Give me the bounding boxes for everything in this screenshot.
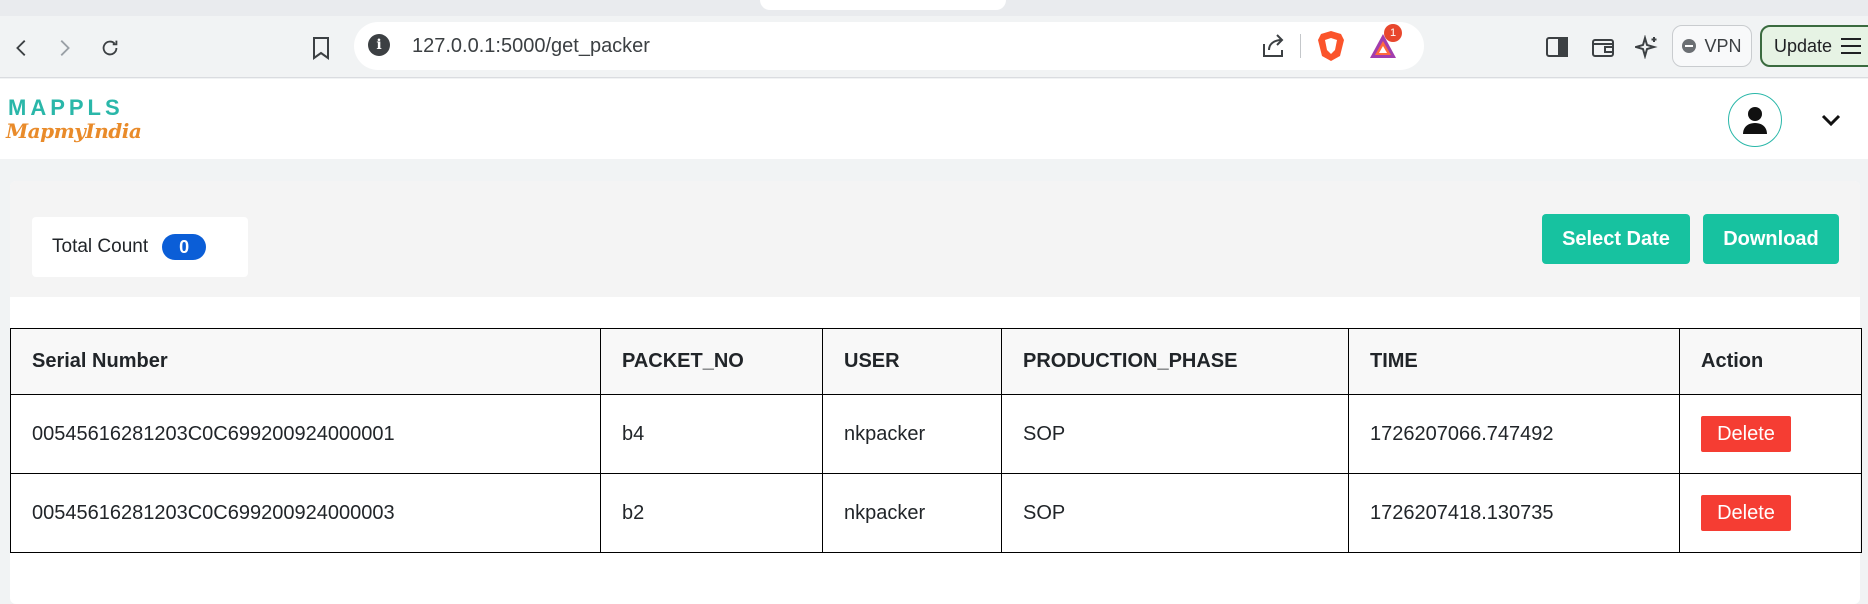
cell-phase: SOP <box>1001 473 1349 553</box>
cell-packet-no: b2 <box>600 473 823 553</box>
sparkle-icon <box>1635 35 1658 59</box>
wallet-icon <box>1592 39 1614 57</box>
delete-button[interactable]: Delete <box>1701 416 1791 452</box>
browser-toolbar: i 127.0.0.1:5000/get_packer 1 VPN Update <box>0 16 1868 78</box>
brave-shields-icon[interactable] <box>1316 30 1346 62</box>
leo-ai-button[interactable] <box>1632 32 1662 62</box>
omnibox-separator <box>1300 34 1301 58</box>
active-tab[interactable] <box>760 0 1006 10</box>
site-info-icon[interactable]: i <box>368 34 390 56</box>
chevron-down-icon <box>1821 114 1841 126</box>
table-header-row: Serial Number PACKET_NO USER PRODUCTION_… <box>10 328 1862 395</box>
card-toolbar: Total Count 0 Select Date Download <box>10 181 1860 297</box>
table-row: 00545616281203C0C699200924000001 b4 nkpa… <box>10 394 1862 474</box>
content-area: Total Count 0 Select Date Download Seria… <box>0 159 1868 604</box>
menu-icon <box>1841 38 1862 54</box>
column-header-action: Action <box>1679 328 1862 395</box>
cell-action: Delete <box>1679 473 1862 553</box>
packer-card: Total Count 0 Select Date Download Seria… <box>10 181 1862 604</box>
browser-tab-strip <box>0 0 1868 16</box>
url-text[interactable]: 127.0.0.1:5000/get_packer <box>412 35 650 58</box>
cell-user: nkpacker <box>822 394 1002 474</box>
column-header-packet-no: PACKET_NO <box>600 328 823 395</box>
total-count-badge: 0 <box>162 234 207 260</box>
cell-action: Delete <box>1679 394 1862 474</box>
forward-button[interactable] <box>46 30 82 66</box>
back-button[interactable] <box>4 30 40 66</box>
reload-button[interactable] <box>92 30 128 66</box>
delete-button[interactable]: Delete <box>1701 495 1791 531</box>
user-avatar-button[interactable] <box>1728 93 1782 147</box>
cell-packet-no: b4 <box>600 394 823 474</box>
vpn-status-icon <box>1682 39 1697 53</box>
cell-user: nkpacker <box>822 473 1002 553</box>
table-row: 00545616281203C0C699200924000003 b2 nkpa… <box>10 473 1862 553</box>
share-icon[interactable] <box>1258 32 1286 60</box>
logo-text-mappls: MAPPLS <box>8 95 124 120</box>
select-date-button[interactable]: Select Date <box>1542 214 1690 264</box>
logo-text-mapmyindia: MapmyIndia <box>6 119 142 143</box>
bookmark-button[interactable] <box>304 30 338 66</box>
cell-serial: 00545616281203C0C699200924000003 <box>10 473 601 553</box>
cell-time: 1726207066.747492 <box>1348 394 1680 474</box>
sidebar-toggle-button[interactable] <box>1542 32 1572 62</box>
update-label: Update <box>1774 35 1833 56</box>
total-count-label: Total Count <box>52 236 149 257</box>
total-count-box: Total Count 0 <box>32 217 248 277</box>
bookmark-icon <box>313 37 329 60</box>
cell-time: 1726207418.130735 <box>1348 473 1680 553</box>
address-bar[interactable]: i 127.0.0.1:5000/get_packer 1 <box>354 22 1424 70</box>
cell-phase: SOP <box>1001 394 1349 474</box>
column-header-production-phase: PRODUCTION_PHASE <box>1001 328 1349 395</box>
rewards-badge: 1 <box>1384 24 1402 42</box>
app-header: MAPPLS MapmyIndia <box>0 79 1868 159</box>
packer-table: Serial Number PACKET_NO USER PRODUCTION_… <box>10 328 1862 553</box>
sidebar-icon <box>1546 37 1568 57</box>
vpn-label: VPN <box>1704 35 1742 56</box>
reload-icon <box>102 40 118 56</box>
download-button[interactable]: Download <box>1703 214 1839 264</box>
user-icon <box>1743 107 1767 134</box>
column-header-time: TIME <box>1348 328 1680 395</box>
wallet-button[interactable] <box>1588 32 1618 62</box>
cell-serial: 00545616281203C0C699200924000001 <box>10 394 601 474</box>
back-arrow-icon <box>16 40 26 56</box>
update-button[interactable]: Update <box>1760 25 1868 67</box>
vpn-button[interactable]: VPN <box>1672 25 1752 67</box>
user-menu-toggle[interactable] <box>1818 107 1844 133</box>
forward-arrow-icon <box>60 40 70 56</box>
column-header-user: USER <box>822 328 1002 395</box>
column-header-serial: Serial Number <box>10 328 601 395</box>
